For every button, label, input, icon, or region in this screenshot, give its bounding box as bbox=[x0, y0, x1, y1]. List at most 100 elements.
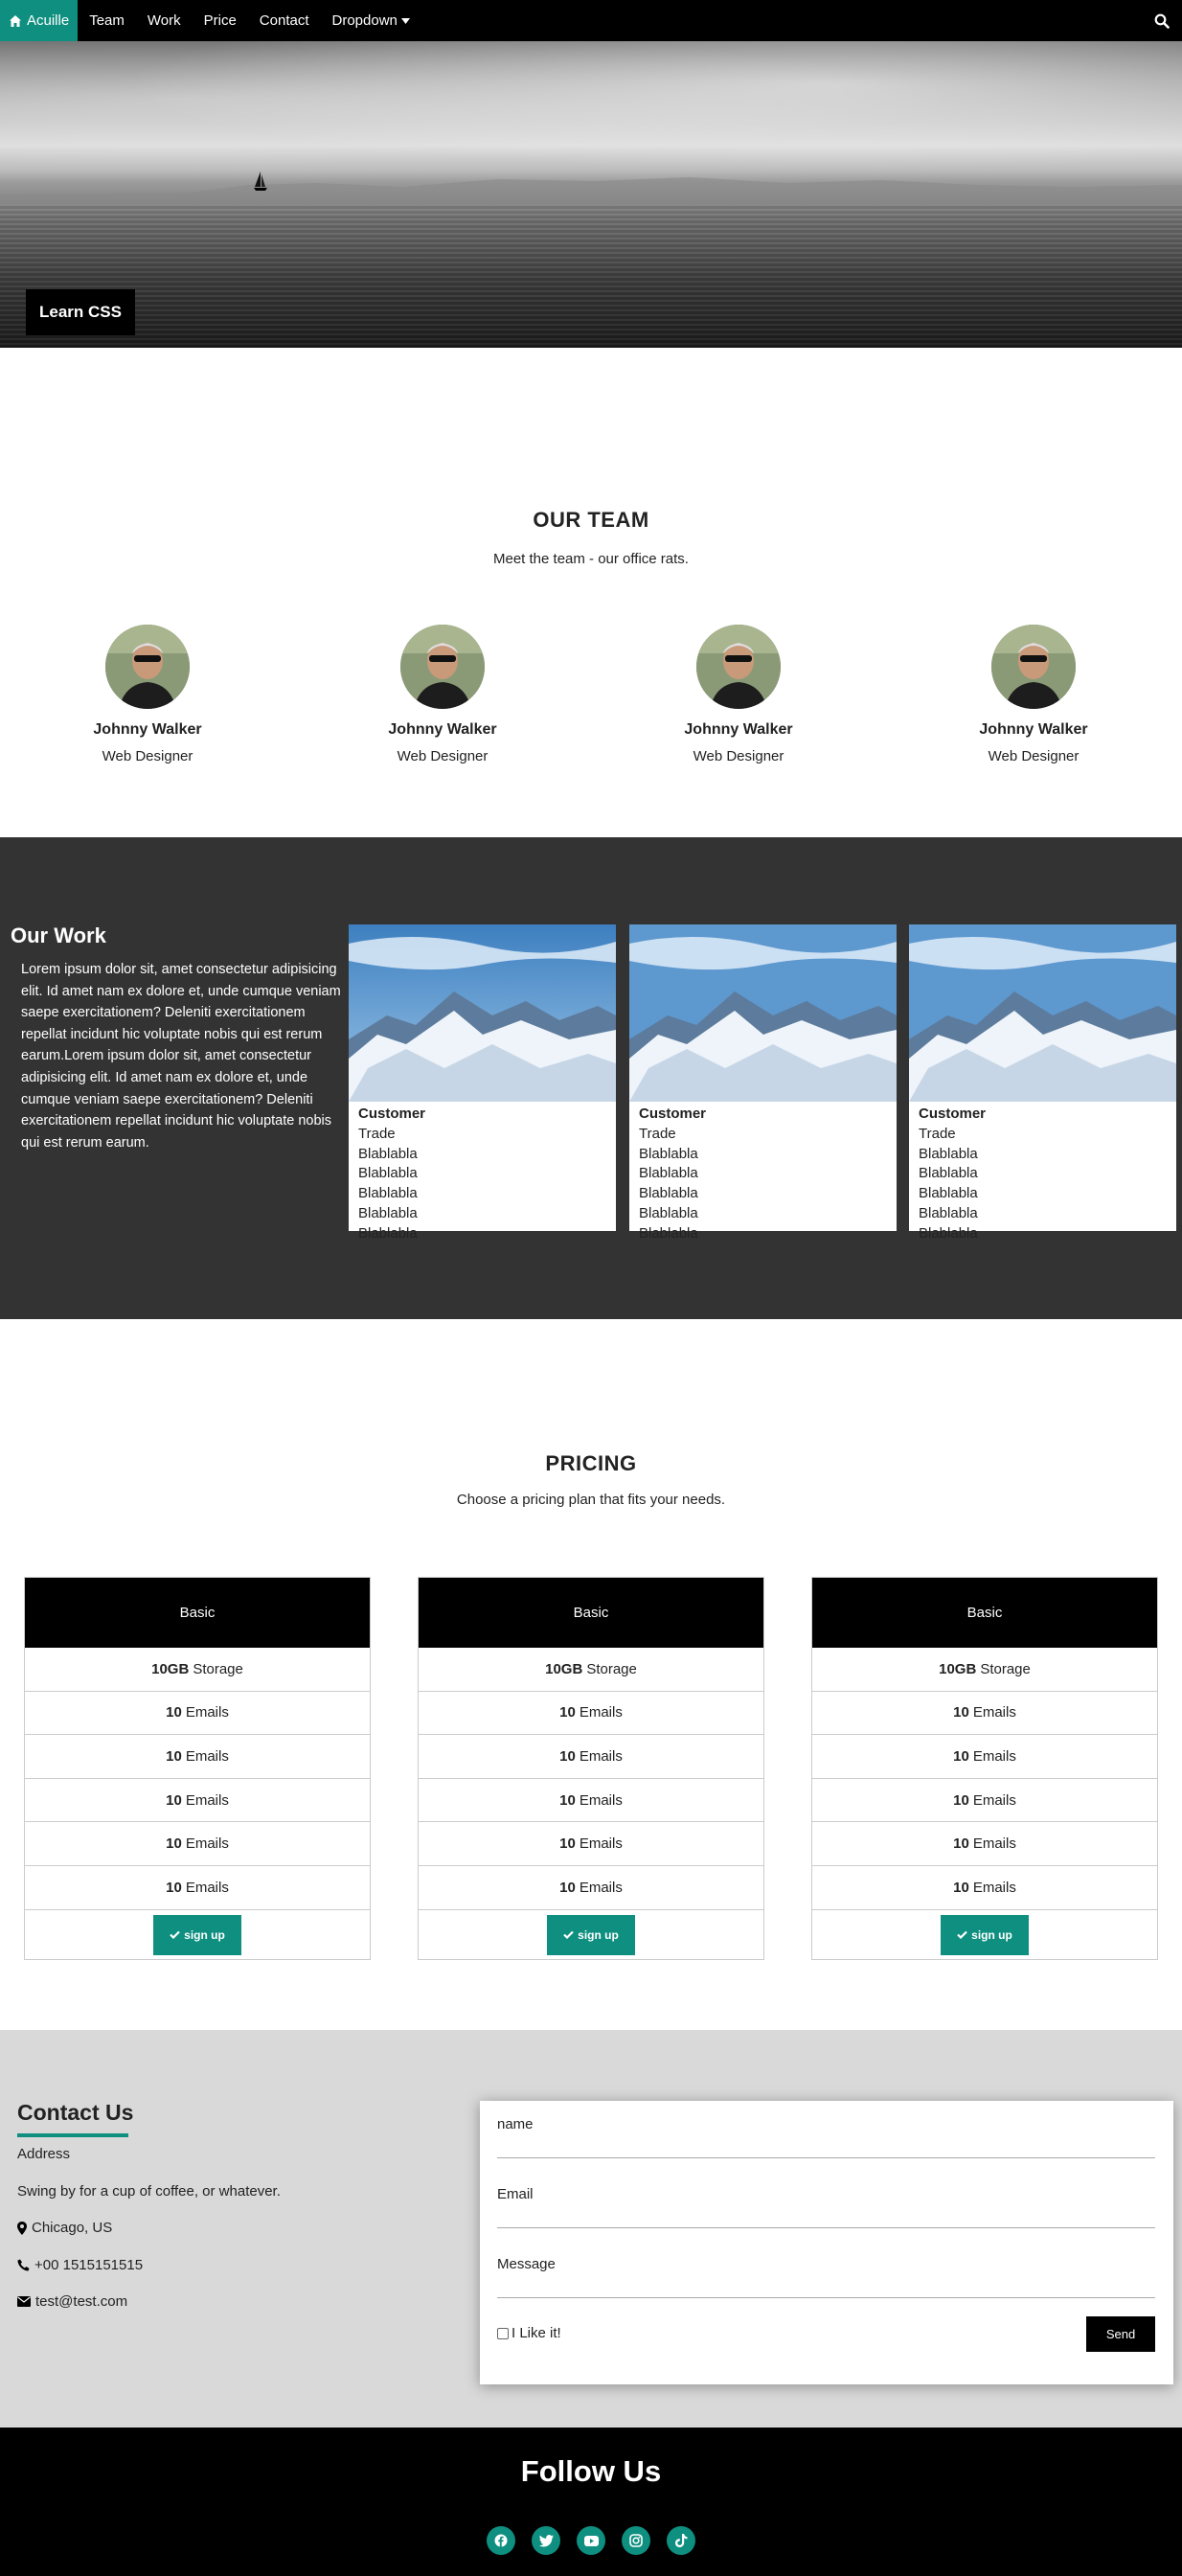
feature-label: Emails bbox=[972, 1704, 1016, 1721]
work-card[interactable]: Customer Trade Blablabla Blablabla Blabl… bbox=[629, 924, 897, 1242]
feature-value: 10 bbox=[953, 1704, 969, 1721]
youtube-icon[interactable] bbox=[577, 2526, 605, 2555]
facebook-icon[interactable] bbox=[487, 2526, 515, 2555]
card-line: Blablabla bbox=[639, 1165, 698, 1182]
card-line: Trade bbox=[919, 1125, 956, 1142]
plan-feature: 10GB Storage bbox=[419, 1648, 763, 1692]
sign-up-button[interactable]: sign up bbox=[547, 1914, 635, 1955]
feature-value: 10 bbox=[559, 1704, 576, 1721]
search-button[interactable] bbox=[1154, 0, 1170, 41]
name-field[interactable]: name bbox=[497, 2110, 1155, 2158]
hero-banner bbox=[0, 41, 1182, 348]
work-card[interactable]: Customer Trade Blablabla Blablabla Blabl… bbox=[349, 924, 616, 1242]
plan-name: Basic bbox=[419, 1578, 763, 1648]
work-card[interactable]: Customer Trade Blablabla Blablabla Blabl… bbox=[909, 924, 1176, 1242]
team-member-card: Johnny Walker Web Designer bbox=[886, 625, 1181, 764]
feature-value: 10 bbox=[559, 1879, 576, 1896]
contact-section: Contact Us Address Swing by for a cup of… bbox=[0, 2030, 1182, 2428]
tiktok-icon[interactable] bbox=[667, 2526, 695, 2555]
plan-feature: 10 Emails bbox=[812, 1779, 1157, 1823]
feature-value: 10 bbox=[953, 1879, 969, 1896]
card-line: Blablabla bbox=[919, 1145, 978, 1162]
contact-form: name Email Message I Like it! Send bbox=[480, 2101, 1173, 2384]
contact-title: Contact Us bbox=[17, 2100, 134, 2125]
envelope-icon bbox=[17, 2296, 31, 2307]
card-line: Blablabla bbox=[358, 1224, 418, 1242]
contact-email: test@test.com bbox=[17, 2293, 127, 2310]
check-icon bbox=[563, 1930, 574, 1940]
feature-label: Emails bbox=[579, 1791, 623, 1809]
card-line: Blablabla bbox=[358, 1165, 418, 1182]
email-field[interactable]: Email bbox=[497, 2180, 1155, 2228]
plan-name: Basic bbox=[812, 1578, 1157, 1648]
member-role: Web Designer bbox=[102, 748, 193, 764]
name-field-label: name bbox=[497, 2116, 534, 2132]
member-role: Web Designer bbox=[397, 748, 489, 764]
plan-feature: 10 Emails bbox=[25, 1822, 370, 1866]
twitter-icon[interactable] bbox=[532, 2526, 560, 2555]
plan-feature: 10 Emails bbox=[25, 1735, 370, 1779]
card-title: Customer bbox=[358, 1106, 426, 1122]
nav-item-work[interactable]: Work bbox=[136, 0, 193, 41]
team-member-card: Johnny Walker Web Designer bbox=[295, 625, 590, 764]
nav-brand-label: Acuille bbox=[27, 12, 70, 29]
nav-dropdown[interactable]: Dropdown bbox=[321, 0, 421, 41]
contact-location: Chicago, US bbox=[17, 2220, 112, 2236]
contact-title-underline bbox=[17, 2133, 128, 2137]
contact-address-label: Address bbox=[17, 2146, 71, 2162]
sign-up-button[interactable]: sign up bbox=[153, 1914, 241, 1955]
nav-brand[interactable]: Acuille bbox=[0, 0, 79, 41]
email-field-label: Email bbox=[497, 2186, 534, 2202]
footer-title: Follow Us bbox=[520, 2454, 662, 2488]
work-card-image bbox=[629, 924, 897, 1102]
plan-feature: 10 Emails bbox=[25, 1866, 370, 1910]
plan-feature: 10 Emails bbox=[419, 1866, 763, 1910]
message-field-label: Message bbox=[497, 2256, 556, 2272]
search-icon bbox=[1154, 13, 1170, 29]
top-navbar: Acuille Team Work Price Contact Dropdown bbox=[0, 0, 1182, 41]
card-line: Blablabla bbox=[919, 1165, 978, 1182]
hero-label: Learn CSS bbox=[26, 289, 135, 335]
plan-feature: 10 Emails bbox=[812, 1735, 1157, 1779]
nav-dropdown-label: Dropdown bbox=[331, 12, 398, 29]
email-text: test@test.com bbox=[35, 2293, 128, 2310]
plan-feature: 10 Emails bbox=[419, 1692, 763, 1736]
instagram-icon[interactable] bbox=[622, 2526, 650, 2555]
work-card-image bbox=[349, 924, 616, 1102]
contact-phone: +00 1515151515 bbox=[17, 2257, 143, 2273]
card-line: Blablabla bbox=[639, 1204, 698, 1221]
plan-feature: 10 Emails bbox=[812, 1822, 1157, 1866]
nav-item-price[interactable]: Price bbox=[193, 0, 248, 41]
message-field[interactable]: Message bbox=[497, 2250, 1155, 2298]
pricing-plan: Basic 10GB Storage 10 Emails 10 Emails 10 Em… bbox=[811, 1577, 1158, 1960]
sign-up-label: sign up bbox=[184, 1927, 225, 1942]
feature-label: Emails bbox=[579, 1747, 623, 1765]
map-marker-icon bbox=[17, 2221, 27, 2235]
feature-value: 10GB bbox=[151, 1660, 190, 1677]
like-checkbox[interactable] bbox=[497, 2327, 509, 2339]
sign-up-button[interactable]: sign up bbox=[941, 1914, 1029, 1955]
work-title: Our Work bbox=[11, 923, 106, 947]
card-line: Blablabla bbox=[358, 1185, 418, 1202]
pricing-title: PRICING bbox=[545, 1451, 637, 1475]
nav-item-team[interactable]: Team bbox=[78, 0, 136, 41]
member-name: Johnny Walker bbox=[388, 721, 497, 738]
card-line: Blablabla bbox=[639, 1224, 698, 1242]
member-name: Johnny Walker bbox=[684, 721, 793, 738]
feature-label: Emails bbox=[972, 1747, 1016, 1765]
check-icon bbox=[957, 1930, 967, 1940]
card-line: Blablabla bbox=[639, 1185, 698, 1202]
feature-label: Storage bbox=[980, 1660, 1031, 1677]
caret-down-icon bbox=[400, 17, 410, 24]
plan-name: Basic bbox=[25, 1578, 370, 1648]
card-line: Blablabla bbox=[919, 1185, 978, 1202]
like-checkbox-row: I Like it! bbox=[497, 2325, 561, 2341]
feature-value: 10 bbox=[166, 1879, 182, 1896]
contact-tagline: Swing by for a cup of coffee, or whateve… bbox=[17, 2183, 281, 2200]
send-button[interactable]: Send bbox=[1086, 2316, 1155, 2352]
card-line: Blablabla bbox=[358, 1204, 418, 1221]
feature-label: Emails bbox=[972, 1835, 1016, 1853]
feature-value: 10 bbox=[166, 1791, 182, 1809]
location-text: Chicago, US bbox=[32, 2220, 113, 2236]
nav-item-contact[interactable]: Contact bbox=[248, 0, 321, 41]
